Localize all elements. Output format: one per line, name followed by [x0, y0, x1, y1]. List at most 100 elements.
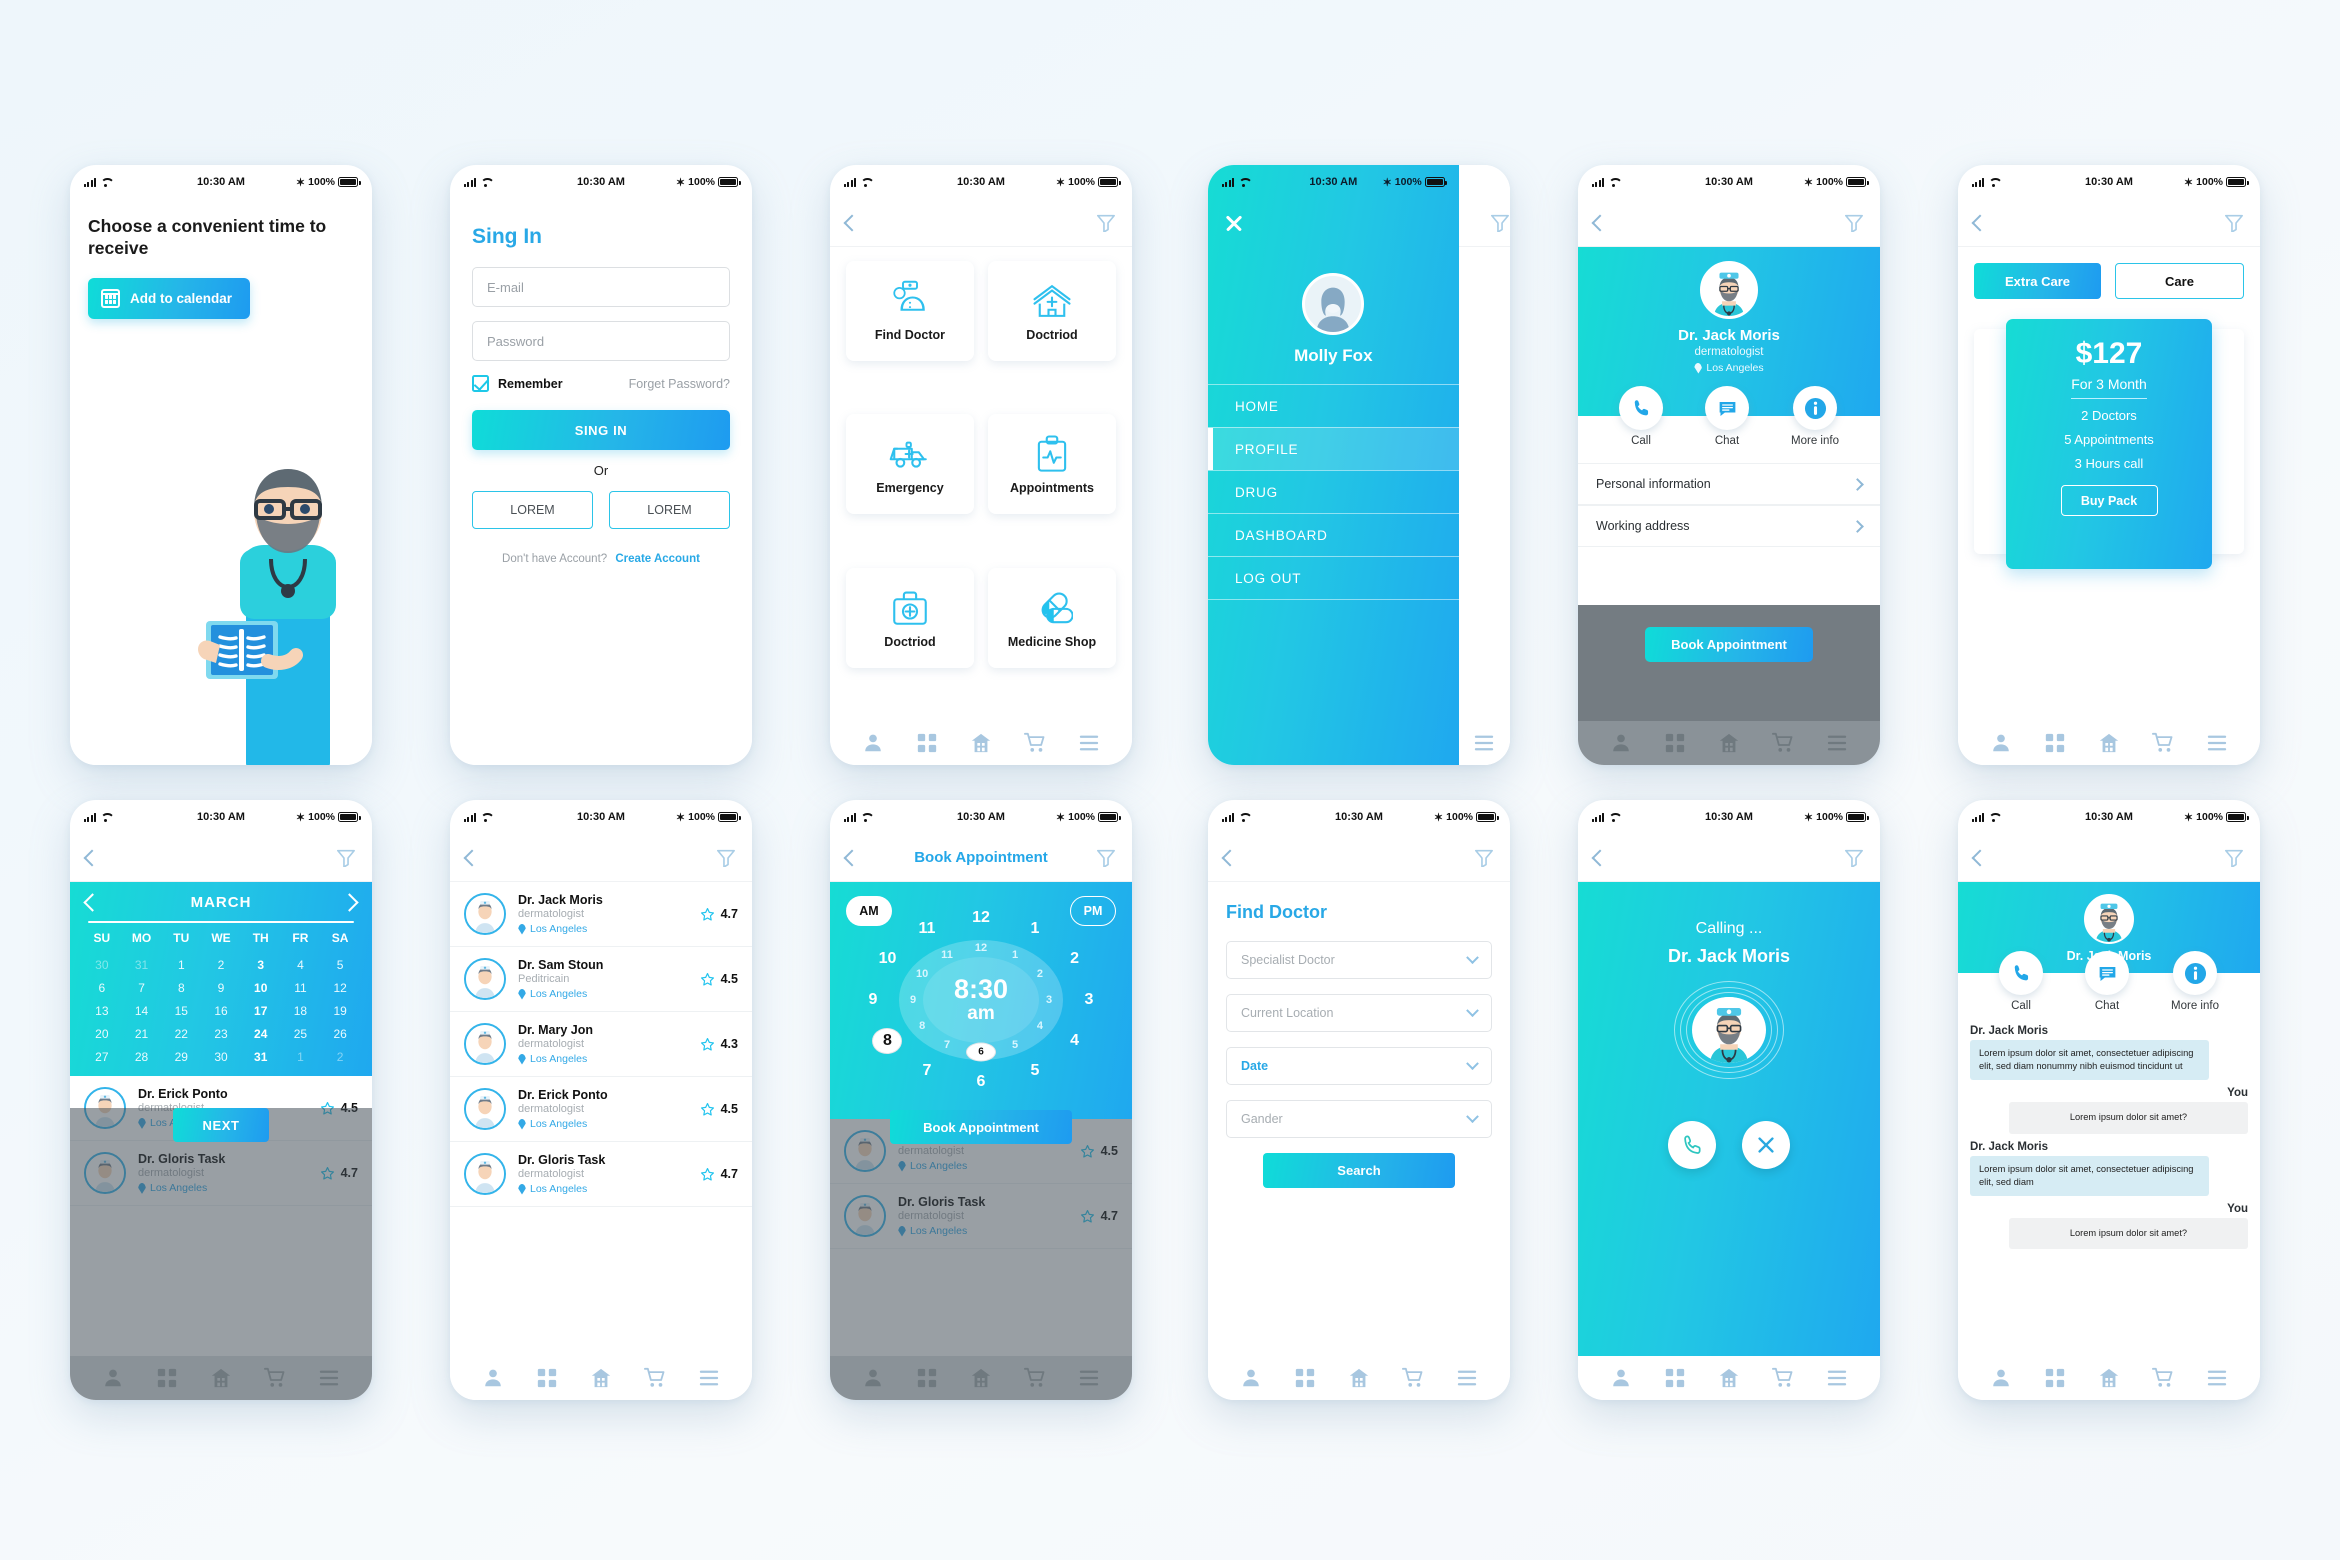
clock-hour-5[interactable]: 5 — [1031, 1062, 1040, 1080]
tab-profile-icon[interactable] — [1990, 1367, 2012, 1389]
calendar-day[interactable]: 1 — [161, 958, 201, 972]
filter-icon[interactable] — [2224, 849, 2244, 867]
tab-grid-icon[interactable] — [916, 1367, 938, 1389]
tab-profile-icon[interactable] — [102, 1367, 124, 1389]
drawer-item-dashboard[interactable]: DASHBOARD — [1208, 513, 1459, 556]
calendar-day[interactable]: 25 — [281, 1027, 321, 1041]
clock-hour-1[interactable]: 1 — [1031, 920, 1040, 938]
back-icon[interactable] — [843, 214, 861, 231]
back-icon[interactable] — [1591, 849, 1609, 866]
calendar-day[interactable]: 3 — [241, 958, 281, 972]
clock-hour-12[interactable]: 12 — [972, 909, 990, 927]
social-left-button[interactable]: LOREM — [472, 491, 593, 529]
filter-icon[interactable] — [1096, 214, 1116, 232]
calendar-day[interactable]: 22 — [161, 1027, 201, 1041]
doctor-list-item[interactable]: Dr. Jack Moris dermatologist Los Angeles… — [450, 882, 752, 947]
calendar-day[interactable]: 2 — [201, 958, 241, 972]
clock-hour-11[interactable]: 11 — [941, 949, 953, 961]
calendar-day[interactable]: 28 — [122, 1050, 162, 1064]
menu-tile-2[interactable]: Emergency — [846, 414, 974, 515]
calendar-day[interactable]: 29 — [161, 1050, 201, 1064]
filter-icon[interactable] — [1844, 214, 1864, 232]
action-chat[interactable]: Chat — [1705, 386, 1750, 447]
tab-menu-icon[interactable] — [2206, 732, 2228, 754]
filter-icon[interactable] — [1844, 849, 1864, 867]
back-icon[interactable] — [1971, 849, 1989, 866]
menu-tile-4[interactable]: Doctriod — [846, 567, 974, 668]
calendar-day[interactable]: 31 — [241, 1050, 281, 1064]
select-specialist-doctor[interactable]: Specialist Doctor — [1226, 941, 1492, 979]
tab-profile-icon[interactable] — [862, 732, 884, 754]
select-gander[interactable]: Gander — [1226, 1100, 1492, 1138]
next-month-button[interactable] — [340, 893, 359, 912]
pm-toggle[interactable]: PM — [1070, 896, 1116, 926]
calendar-day[interactable]: 6 — [82, 981, 122, 995]
password-field[interactable]: Password — [472, 321, 730, 361]
clock-hour-5[interactable]: 5 — [1012, 1039, 1018, 1051]
tab-care[interactable]: Care — [2115, 263, 2244, 299]
tab-grid-icon[interactable] — [916, 732, 938, 754]
drawer-item-home[interactable]: HOME — [1208, 384, 1459, 427]
calendar-day[interactable]: 15 — [161, 1004, 201, 1018]
accept-call-button[interactable] — [1668, 1121, 1716, 1169]
back-icon[interactable] — [83, 849, 101, 866]
buy-pack-button[interactable]: Buy Pack — [2060, 485, 2158, 516]
calendar-day[interactable]: 7 — [122, 981, 162, 995]
tab-extra-care[interactable]: Extra Care — [1974, 263, 2101, 299]
tab-profile-icon[interactable] — [482, 1367, 504, 1389]
clock-hour-4[interactable]: 4 — [1070, 1032, 1079, 1050]
doctor-list-item[interactable]: Dr. Sam Stoun Peditricain Los Angeles 4.… — [450, 947, 752, 1012]
tab-hospital-icon[interactable] — [1718, 732, 1740, 754]
calendar-day[interactable]: 8 — [161, 981, 201, 995]
action-call[interactable]: Call — [1999, 951, 2043, 1012]
filter-icon[interactable] — [1474, 849, 1494, 867]
calendar-day[interactable]: 11 — [281, 981, 321, 995]
calendar-day[interactable]: 20 — [82, 1027, 122, 1041]
filter-icon[interactable] — [336, 849, 356, 867]
tab-grid-icon[interactable] — [156, 1367, 178, 1389]
clock-hour-2[interactable]: 2 — [1037, 968, 1043, 980]
remember-checkbox[interactable] — [472, 375, 489, 392]
menu-tile-0[interactable]: Find Doctor — [846, 261, 974, 361]
doctor-list-item[interactable]: Dr. Erick Ponto dermatologist Los Angele… — [450, 1077, 752, 1142]
tab-menu-icon[interactable] — [1456, 1367, 1478, 1389]
clock-hour-9[interactable]: 9 — [869, 991, 878, 1009]
clock-hour-8[interactable]: 8 — [919, 1020, 925, 1032]
clock-hour-1[interactable]: 1 — [1012, 949, 1018, 961]
calendar-day[interactable]: 5 — [320, 958, 360, 972]
calendar-day[interactable]: 17 — [241, 1004, 281, 1018]
forgot-password-link[interactable]: Forget Password? — [629, 377, 730, 391]
tab-cart-icon[interactable] — [1402, 1367, 1424, 1389]
clock-hour-4[interactable]: 4 — [1037, 1020, 1043, 1032]
clock-hour-10[interactable]: 10 — [916, 968, 928, 980]
back-icon[interactable] — [843, 849, 861, 866]
calendar-day[interactable]: 26 — [320, 1027, 360, 1041]
calendar-day[interactable]: 30 — [201, 1050, 241, 1064]
calendar-day[interactable]: 13 — [82, 1004, 122, 1018]
clock-hour-11[interactable]: 11 — [919, 920, 936, 938]
clock-hour-3[interactable]: 3 — [1046, 994, 1052, 1006]
calendar-day[interactable]: 27 — [82, 1050, 122, 1064]
calendar-day[interactable]: 2 — [320, 1050, 360, 1064]
am-toggle[interactable]: AM — [846, 896, 892, 926]
filter-icon[interactable] — [1490, 214, 1510, 232]
tab-hospital-icon[interactable] — [1718, 1367, 1740, 1389]
calendar-day[interactable]: 18 — [281, 1004, 321, 1018]
drawer-item-drug[interactable]: DRUG — [1208, 470, 1459, 513]
tab-profile-icon[interactable] — [1610, 1367, 1632, 1389]
tab-cart-icon[interactable] — [644, 1367, 666, 1389]
book-appointment-button[interactable]: Book Appointment — [1645, 627, 1813, 662]
tab-menu-icon[interactable] — [2206, 1367, 2228, 1389]
tab-profile-icon[interactable] — [1610, 732, 1632, 754]
action-chat[interactable]: Chat — [2085, 951, 2130, 1012]
clock-hour-12[interactable]: 12 — [975, 942, 987, 954]
decline-call-button[interactable] — [1742, 1121, 1790, 1169]
clock-hour-6[interactable]: 6 — [966, 1042, 996, 1062]
tab-menu-icon[interactable] — [1078, 1367, 1100, 1389]
clock-hour-6[interactable]: 6 — [977, 1073, 986, 1091]
tab-cart-icon[interactable] — [2152, 1367, 2174, 1389]
action-more-info[interactable]: More info — [2171, 951, 2219, 1012]
doctor-list-item[interactable]: Dr. Mary Jon dermatologist Los Angeles 4… — [450, 1012, 752, 1077]
drawer-item-profile[interactable]: PROFILE — [1208, 427, 1459, 470]
clock-hour-3[interactable]: 3 — [1085, 991, 1094, 1009]
